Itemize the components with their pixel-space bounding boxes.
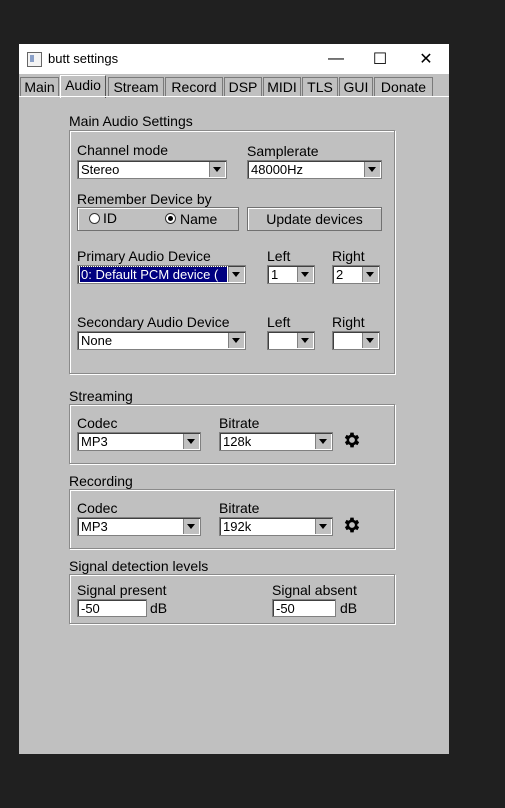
signal-present-input[interactable]: -50 (77, 599, 147, 617)
radio-name[interactable] (165, 213, 176, 224)
primary-device-label: Primary Audio Device (77, 248, 211, 264)
chevron-down-icon (297, 333, 313, 348)
channel-mode-label: Channel mode (77, 142, 169, 158)
samplerate-select[interactable]: 48000Hz (247, 160, 382, 179)
chevron-down-icon (362, 267, 378, 282)
primary-right-select[interactable]: 2 (332, 265, 380, 284)
recording-gear-icon[interactable] (342, 515, 362, 535)
samplerate-label: Samplerate (247, 143, 319, 159)
tab-tls[interactable]: TLS (302, 77, 338, 96)
samplerate-value: 48000Hz (251, 162, 304, 177)
chevron-down-icon (364, 162, 380, 177)
primary-device-select[interactable]: 0: Default PCM device ( (77, 265, 246, 284)
maximize-button[interactable]: ☐ (365, 48, 395, 70)
secondary-device-select[interactable]: None (77, 331, 246, 350)
secondary-left-label: Left (267, 314, 291, 330)
chevron-down-icon (362, 333, 378, 348)
tab-donate[interactable]: Donate (374, 77, 433, 96)
recording-codec-label: Codec (77, 500, 118, 516)
primary-left-label: Left (267, 248, 291, 264)
update-devices-button[interactable]: Update devices (247, 207, 382, 231)
window-title: butt settings (48, 51, 119, 66)
signal-absent-input[interactable]: -50 (272, 599, 336, 617)
settings-window: butt settings — ☐ ✕ Main Audio Stream Re… (19, 44, 449, 754)
streaming-bitrate-value: 128k (223, 434, 252, 449)
recording-bitrate-label: Bitrate (219, 500, 260, 516)
tab-midi[interactable]: MIDI (263, 77, 301, 96)
tab-audio[interactable]: Audio (60, 75, 106, 98)
streaming-bitrate-select[interactable]: 128k (219, 432, 333, 451)
recording-codec-value: MP3 (81, 519, 108, 534)
signal-absent-value: -50 (276, 601, 295, 616)
channel-mode-select[interactable]: Stereo (77, 160, 227, 179)
tab-main[interactable]: Main (20, 77, 59, 96)
signal-absent-unit: dB (340, 600, 358, 616)
app-icon (27, 52, 42, 67)
tab-gui[interactable]: GUI (339, 77, 373, 96)
secondary-left-select[interactable] (267, 331, 315, 350)
chevron-down-icon (183, 434, 199, 449)
signal-present-value: -50 (81, 601, 100, 616)
main-audio-heading: Main Audio Settings (69, 113, 193, 129)
recording-heading: Recording (69, 473, 133, 489)
chevron-down-icon (228, 333, 244, 348)
chevron-down-icon (315, 519, 331, 534)
signal-present-unit: dB (150, 600, 168, 616)
secondary-right-select[interactable] (332, 331, 380, 350)
chevron-down-icon (228, 267, 244, 282)
primary-device-value: 0: Default PCM device ( (79, 266, 228, 283)
streaming-codec-label: Codec (77, 415, 118, 431)
title-bar[interactable]: butt settings — ☐ ✕ (19, 44, 449, 74)
streaming-gear-icon[interactable] (342, 430, 362, 450)
signal-absent-label: Signal absent (272, 582, 357, 598)
tab-bar: Main Audio Stream Record DSP MIDI TLS GU… (19, 75, 449, 98)
recording-bitrate-value: 192k (223, 519, 252, 534)
streaming-heading: Streaming (69, 388, 133, 404)
secondary-device-value: None (81, 333, 113, 348)
radio-id[interactable] (89, 213, 100, 224)
chevron-down-icon (297, 267, 313, 282)
streaming-codec-value: MP3 (81, 434, 108, 449)
tab-dsp[interactable]: DSP (224, 77, 262, 96)
signal-heading: Signal detection levels (69, 558, 209, 574)
streaming-codec-select[interactable]: MP3 (77, 432, 201, 451)
chevron-down-icon (315, 434, 331, 449)
secondary-right-label: Right (332, 314, 365, 330)
chevron-down-icon (209, 162, 225, 177)
tab-stream[interactable]: Stream (108, 77, 164, 96)
primary-right-value: 2 (336, 267, 344, 282)
channel-mode-value: Stereo (81, 162, 120, 177)
minimize-button[interactable]: — (321, 48, 351, 70)
recording-bitrate-select[interactable]: 192k (219, 517, 333, 536)
close-button[interactable]: ✕ (411, 48, 441, 70)
primary-left-select[interactable]: 1 (267, 265, 315, 284)
recording-codec-select[interactable]: MP3 (77, 517, 201, 536)
radio-id-label: ID (103, 210, 117, 226)
chevron-down-icon (183, 519, 199, 534)
remember-device-label: Remember Device by (77, 191, 212, 207)
primary-left-value: 1 (271, 267, 279, 282)
signal-present-label: Signal present (77, 582, 167, 598)
primary-right-label: Right (332, 248, 365, 264)
streaming-bitrate-label: Bitrate (219, 415, 260, 431)
tab-record[interactable]: Record (165, 77, 223, 96)
secondary-device-label: Secondary Audio Device (77, 314, 230, 330)
tab-divider (19, 96, 449, 97)
radio-name-label: Name (180, 211, 218, 227)
